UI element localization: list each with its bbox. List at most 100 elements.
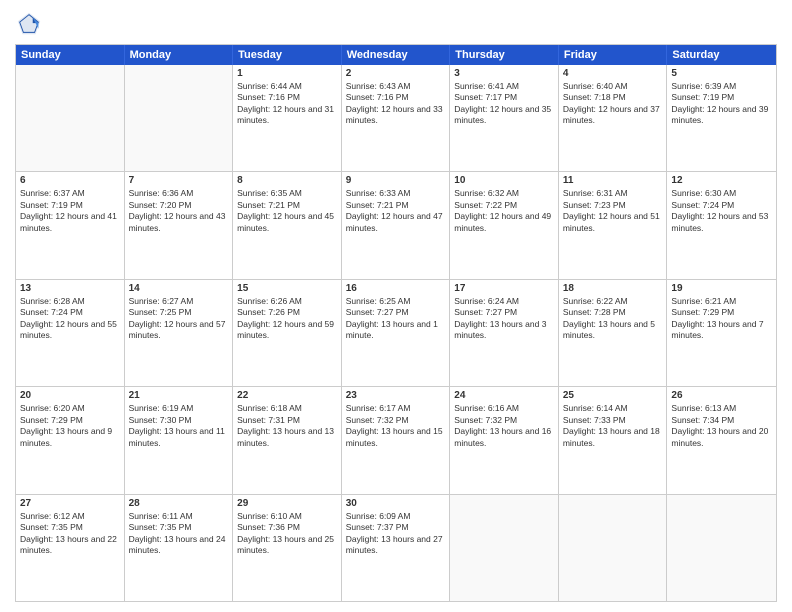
calendar: SundayMondayTuesdayWednesdayThursdayFrid… [15, 44, 777, 602]
day-cell-30: 30 Sunrise: 6:09 AM Sunset: 7:37 PM Dayli… [342, 495, 451, 601]
day-number: 17 [454, 283, 554, 294]
calendar-week-1: 1 Sunrise: 6:44 AM Sunset: 7:16 PM Daylig… [16, 65, 776, 171]
day-cell-2: 2 Sunrise: 6:43 AM Sunset: 7:16 PM Daylig… [342, 65, 451, 171]
header-day-monday: Monday [125, 45, 234, 65]
header-day-thursday: Thursday [450, 45, 559, 65]
day-number: 21 [129, 390, 229, 401]
day-number: 20 [20, 390, 120, 401]
day-number: 19 [671, 283, 772, 294]
day-number: 2 [346, 68, 446, 79]
day-cell-24: 24 Sunrise: 6:16 AM Sunset: 7:32 PM Dayli… [450, 387, 559, 493]
empty-cell [450, 495, 559, 601]
day-cell-26: 26 Sunrise: 6:13 AM Sunset: 7:34 PM Dayli… [667, 387, 776, 493]
day-info: Sunrise: 6:21 AM Sunset: 7:29 PM Dayligh… [671, 296, 772, 342]
day-cell-3: 3Sunrise: 6:41 AM Sunset: 7:17 PM Daylig… [450, 65, 559, 171]
day-info: Sunrise: 6:11 AM Sunset: 7:35 PM Dayligh… [129, 511, 229, 557]
calendar-week-5: 27Sunrise: 6:12 AM Sunset: 7:35 PM Dayli… [16, 494, 776, 601]
calendar-header-row: SundayMondayTuesdayWednesdayThursdayFrid… [16, 45, 776, 65]
day-cell-29: 29 Sunrise: 6:10 AM Sunset: 7:36 PM Dayli… [233, 495, 342, 601]
empty-cell [125, 65, 234, 171]
day-cell-1: 1 Sunrise: 6:44 AM Sunset: 7:16 PM Daylig… [233, 65, 342, 171]
day-cell-18: 18 Sunrise: 6:22 AM Sunset: 7:28 PM Dayli… [559, 280, 668, 386]
page: SundayMondayTuesdayWednesdayThursdayFrid… [0, 0, 792, 612]
day-number: 23 [346, 390, 446, 401]
day-info: Sunrise: 6:25 AM Sunset: 7:27 PM Dayligh… [346, 296, 446, 342]
day-number: 15 [237, 283, 337, 294]
header-day-sunday: Sunday [16, 45, 125, 65]
day-info: Sunrise: 6:22 AM Sunset: 7:28 PM Dayligh… [563, 296, 663, 342]
day-info: Sunrise: 6:18 AM Sunset: 7:31 PM Dayligh… [237, 403, 337, 449]
day-number: 8 [237, 175, 337, 186]
header-day-tuesday: Tuesday [233, 45, 342, 65]
day-cell-11: 11Sunrise: 6:31 AM Sunset: 7:23 PM Dayli… [559, 172, 668, 278]
day-info: Sunrise: 6:36 AM Sunset: 7:20 PM Dayligh… [129, 188, 229, 234]
day-cell-28: 28Sunrise: 6:11 AM Sunset: 7:35 PM Dayli… [125, 495, 234, 601]
day-info: Sunrise: 6:31 AM Sunset: 7:23 PM Dayligh… [563, 188, 663, 234]
day-cell-10: 10 Sunrise: 6:32 AM Sunset: 7:22 PM Dayli… [450, 172, 559, 278]
empty-cell [559, 495, 668, 601]
day-number: 7 [129, 175, 229, 186]
day-number: 30 [346, 498, 446, 509]
day-info: Sunrise: 6:32 AM Sunset: 7:22 PM Dayligh… [454, 188, 554, 234]
day-info: Sunrise: 6:40 AM Sunset: 7:18 PM Dayligh… [563, 81, 663, 127]
day-info: Sunrise: 6:28 AM Sunset: 7:24 PM Dayligh… [20, 296, 120, 342]
calendar-week-4: 20 Sunrise: 6:20 AM Sunset: 7:29 PM Dayli… [16, 386, 776, 493]
day-info: Sunrise: 6:35 AM Sunset: 7:21 PM Dayligh… [237, 188, 337, 234]
day-cell-16: 16 Sunrise: 6:25 AM Sunset: 7:27 PM Dayli… [342, 280, 451, 386]
day-cell-13: 13 Sunrise: 6:28 AM Sunset: 7:24 PM Dayli… [16, 280, 125, 386]
day-info: Sunrise: 6:13 AM Sunset: 7:34 PM Dayligh… [671, 403, 772, 449]
header [15, 10, 777, 38]
day-number: 26 [671, 390, 772, 401]
logo [15, 10, 47, 38]
day-cell-14: 14 Sunrise: 6:27 AM Sunset: 7:25 PM Dayli… [125, 280, 234, 386]
day-info: Sunrise: 6:17 AM Sunset: 7:32 PM Dayligh… [346, 403, 446, 449]
day-number: 18 [563, 283, 663, 294]
day-cell-8: 8 Sunrise: 6:35 AM Sunset: 7:21 PM Daylig… [233, 172, 342, 278]
day-cell-4: 4 Sunrise: 6:40 AM Sunset: 7:18 PM Daylig… [559, 65, 668, 171]
day-cell-12: 12 Sunrise: 6:30 AM Sunset: 7:24 PM Dayli… [667, 172, 776, 278]
day-number: 29 [237, 498, 337, 509]
day-cell-19: 19 Sunrise: 6:21 AM Sunset: 7:29 PM Dayli… [667, 280, 776, 386]
day-number: 13 [20, 283, 120, 294]
day-info: Sunrise: 6:19 AM Sunset: 7:30 PM Dayligh… [129, 403, 229, 449]
day-cell-17: 17 Sunrise: 6:24 AM Sunset: 7:27 PM Dayli… [450, 280, 559, 386]
day-number: 24 [454, 390, 554, 401]
day-info: Sunrise: 6:44 AM Sunset: 7:16 PM Dayligh… [237, 81, 337, 127]
empty-cell [16, 65, 125, 171]
day-number: 16 [346, 283, 446, 294]
day-info: Sunrise: 6:14 AM Sunset: 7:33 PM Dayligh… [563, 403, 663, 449]
logo-icon [15, 10, 43, 38]
day-info: Sunrise: 6:37 AM Sunset: 7:19 PM Dayligh… [20, 188, 120, 234]
day-info: Sunrise: 6:30 AM Sunset: 7:24 PM Dayligh… [671, 188, 772, 234]
day-info: Sunrise: 6:27 AM Sunset: 7:25 PM Dayligh… [129, 296, 229, 342]
calendar-week-3: 13 Sunrise: 6:28 AM Sunset: 7:24 PM Dayli… [16, 279, 776, 386]
day-number: 22 [237, 390, 337, 401]
day-cell-27: 27Sunrise: 6:12 AM Sunset: 7:35 PM Dayli… [16, 495, 125, 601]
calendar-body: 1 Sunrise: 6:44 AM Sunset: 7:16 PM Daylig… [16, 65, 776, 601]
empty-cell [667, 495, 776, 601]
day-number: 9 [346, 175, 446, 186]
day-cell-22: 22 Sunrise: 6:18 AM Sunset: 7:31 PM Dayli… [233, 387, 342, 493]
day-info: Sunrise: 6:16 AM Sunset: 7:32 PM Dayligh… [454, 403, 554, 449]
day-info: Sunrise: 6:43 AM Sunset: 7:16 PM Dayligh… [346, 81, 446, 127]
day-number: 1 [237, 68, 337, 79]
day-number: 14 [129, 283, 229, 294]
day-number: 5 [671, 68, 772, 79]
day-cell-5: 5 Sunrise: 6:39 AM Sunset: 7:19 PM Daylig… [667, 65, 776, 171]
day-info: Sunrise: 6:20 AM Sunset: 7:29 PM Dayligh… [20, 403, 120, 449]
header-day-saturday: Saturday [667, 45, 776, 65]
day-number: 10 [454, 175, 554, 186]
day-cell-21: 21 Sunrise: 6:19 AM Sunset: 7:30 PM Dayli… [125, 387, 234, 493]
day-info: Sunrise: 6:24 AM Sunset: 7:27 PM Dayligh… [454, 296, 554, 342]
day-number: 6 [20, 175, 120, 186]
day-info: Sunrise: 6:10 AM Sunset: 7:36 PM Dayligh… [237, 511, 337, 557]
day-number: 4 [563, 68, 663, 79]
day-info: Sunrise: 6:09 AM Sunset: 7:37 PM Dayligh… [346, 511, 446, 557]
day-info: Sunrise: 6:12 AM Sunset: 7:35 PM Dayligh… [20, 511, 120, 557]
header-day-wednesday: Wednesday [342, 45, 451, 65]
day-info: Sunrise: 6:39 AM Sunset: 7:19 PM Dayligh… [671, 81, 772, 127]
header-day-friday: Friday [559, 45, 668, 65]
day-cell-6: 6 Sunrise: 6:37 AM Sunset: 7:19 PM Daylig… [16, 172, 125, 278]
day-number: 12 [671, 175, 772, 186]
day-cell-15: 15Sunrise: 6:26 AM Sunset: 7:26 PM Dayli… [233, 280, 342, 386]
